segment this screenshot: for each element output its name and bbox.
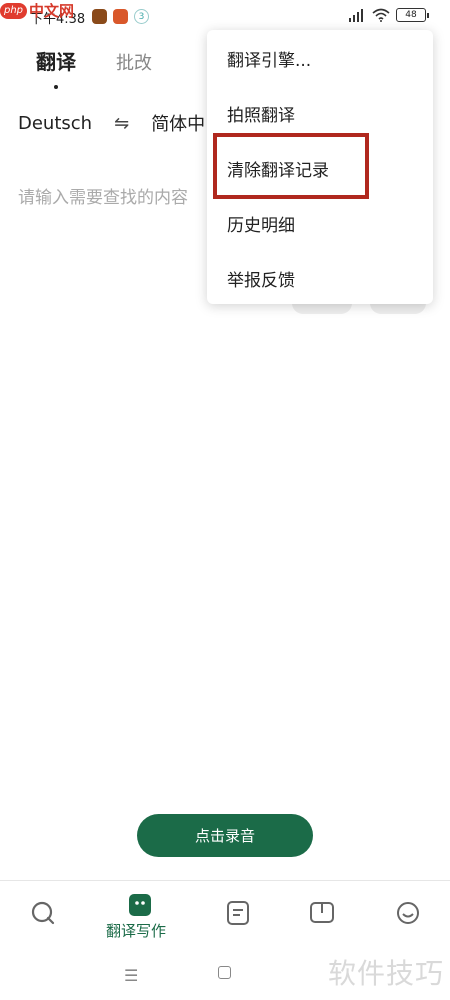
corner-watermark: 软件技巧 — [327, 957, 444, 990]
translate-input[interactable]: 请输入需要查找的内容 — [18, 183, 188, 208]
system-nav-bar: ☰ 软件技巧 — [0, 952, 450, 1000]
target-language[interactable]: 简体中 — [151, 110, 205, 136]
menu-item-photo-translate[interactable]: 拍照翻译 — [227, 101, 295, 126]
profile-smile-icon[interactable] — [395, 900, 421, 926]
book-icon[interactable] — [309, 900, 335, 926]
home-icon[interactable] — [218, 966, 231, 979]
tab-correct[interactable]: 批改 — [116, 49, 152, 75]
signal-icon — [349, 8, 363, 22]
nav-divider — [0, 880, 450, 881]
tab-translate[interactable]: 翻译 — [36, 46, 76, 89]
bottom-nav: 翻译写作 — [0, 882, 450, 952]
watermark-text: 中文网 — [29, 2, 75, 20]
site-watermark: php 中文网 — [0, 0, 74, 21]
menu-item-translation-engine[interactable]: 翻译引擎... — [227, 46, 311, 71]
battery-icon: 48 — [396, 8, 429, 22]
record-button[interactable]: 点击录音 — [137, 814, 313, 857]
search-icon[interactable] — [30, 900, 56, 926]
recent-apps-icon[interactable]: ☰ — [124, 966, 138, 985]
menu-item-report-feedback[interactable]: 举报反馈 — [227, 266, 295, 291]
app-notification-icon — [113, 9, 128, 24]
wifi-icon — [372, 8, 390, 22]
notification-icons: 3 — [92, 9, 149, 24]
nav-label-translate-write[interactable]: 翻译写作 — [106, 920, 166, 941]
app-notification-icon: 3 — [134, 9, 149, 24]
app-notification-icon — [92, 9, 107, 24]
translate-write-icon[interactable] — [127, 892, 153, 918]
notes-icon[interactable] — [225, 900, 251, 926]
status-icons: 48 — [348, 8, 429, 22]
top-tabs: 翻译 批改 — [36, 46, 152, 89]
highlight-box — [213, 133, 369, 199]
menu-item-history-details[interactable]: 历史明细 — [227, 211, 295, 236]
swap-languages-icon[interactable]: ⇋ — [114, 113, 129, 134]
language-selector: Deutsch ⇋ 简体中 — [18, 110, 205, 136]
watermark-logo: php — [0, 2, 28, 19]
source-language[interactable]: Deutsch — [18, 113, 92, 134]
